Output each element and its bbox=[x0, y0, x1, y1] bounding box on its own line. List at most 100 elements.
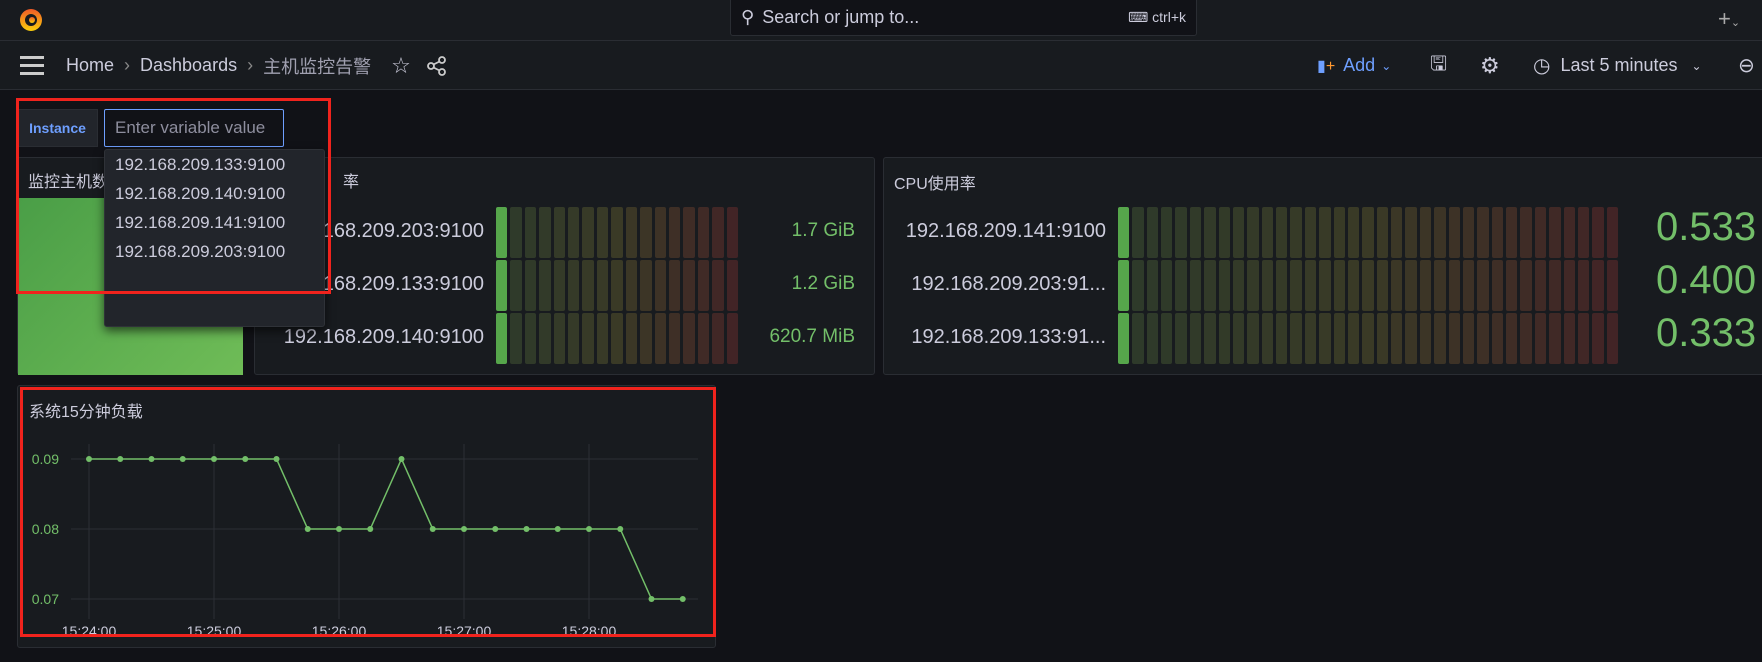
bar-segment bbox=[1261, 313, 1274, 364]
bar-segment bbox=[1204, 313, 1216, 364]
bar-segment bbox=[1534, 313, 1547, 364]
bar-segment bbox=[1232, 207, 1245, 258]
breadcrumb-home[interactable]: Home bbox=[66, 55, 114, 76]
y-tick-label: 0.09 bbox=[32, 451, 59, 467]
bar-segment bbox=[1175, 313, 1187, 364]
x-tick-label: 15:28:00 bbox=[562, 623, 617, 639]
bar-segment bbox=[726, 207, 738, 258]
bar-segment bbox=[1290, 313, 1302, 364]
instance-variable-input[interactable]: Enter variable value bbox=[104, 109, 284, 147]
search-input[interactable]: ⚲ Search or jump to... ⌨ ctrl+k bbox=[730, 0, 1197, 36]
bar-segment bbox=[1146, 313, 1159, 364]
bar-segment bbox=[1232, 260, 1245, 311]
instance-variable-label: Instance bbox=[17, 109, 98, 147]
bar-segment bbox=[668, 207, 681, 258]
bar-segment bbox=[1419, 207, 1432, 258]
bar-segment bbox=[1319, 207, 1331, 258]
bar-segment bbox=[697, 313, 710, 364]
bar-segment bbox=[1462, 313, 1475, 364]
bar-segment bbox=[1175, 260, 1187, 311]
bar-segment bbox=[1347, 207, 1360, 258]
bar-segment bbox=[539, 207, 551, 258]
breadcrumb-dashboards[interactable]: Dashboards bbox=[140, 55, 237, 76]
bar-segment bbox=[1506, 313, 1518, 364]
bar-segment bbox=[1391, 313, 1403, 364]
bar-segment bbox=[524, 313, 537, 364]
bar-segment bbox=[1161, 207, 1173, 258]
new-menu-button[interactable]: +⌄ bbox=[1718, 6, 1740, 32]
chevron-down-icon: ⌄ bbox=[1381, 58, 1392, 73]
bar-segment bbox=[683, 260, 695, 311]
search-icon: ⚲ bbox=[741, 7, 755, 27]
bar-segment bbox=[1520, 207, 1532, 258]
data-point bbox=[117, 456, 124, 462]
bar-segment bbox=[1391, 207, 1403, 258]
bar-segment bbox=[1549, 260, 1561, 311]
bar-segment bbox=[1218, 260, 1230, 311]
cpu-panel: CPU使用率 192.168.209.141:9100 0.533 192.168.… bbox=[883, 157, 1762, 375]
bar-segment bbox=[712, 313, 724, 364]
dropdown-option[interactable]: 192.168.209.141:9100 bbox=[105, 208, 324, 237]
grafana-logo-icon[interactable] bbox=[18, 6, 44, 34]
data-point bbox=[679, 596, 686, 602]
bar-segment bbox=[596, 260, 609, 311]
bar-segment bbox=[1232, 313, 1245, 364]
bar-segment bbox=[1405, 207, 1417, 258]
bar-segment bbox=[1506, 260, 1518, 311]
bar-segment bbox=[1261, 207, 1274, 258]
bar-segment bbox=[1491, 260, 1504, 311]
bar-segment bbox=[1189, 207, 1202, 258]
bar-segment bbox=[582, 207, 594, 258]
zoom-out-icon[interactable]: ⊖ bbox=[1738, 41, 1755, 90]
row-value: 1.7 GiB bbox=[791, 220, 855, 241]
bar-segment bbox=[1376, 313, 1389, 364]
bar-segment bbox=[1448, 207, 1460, 258]
bar-segment bbox=[697, 260, 710, 311]
bar-segment bbox=[596, 313, 609, 364]
row-label: 192.168.209.140:9100 bbox=[283, 326, 484, 348]
y-tick-label: 0.08 bbox=[32, 521, 59, 537]
star-icon[interactable]: ☆ bbox=[391, 53, 411, 79]
bar-segment bbox=[1563, 260, 1575, 311]
bar-segment bbox=[1448, 260, 1460, 311]
bar-segment bbox=[1304, 207, 1317, 258]
keyboard-shortcut: ⌨ ctrl+k bbox=[1128, 9, 1186, 25]
bar-segment bbox=[1276, 207, 1288, 258]
dropdown-option[interactable]: 192.168.209.140:9100 bbox=[105, 179, 324, 208]
bar-segment bbox=[1506, 207, 1518, 258]
bar-segment bbox=[712, 207, 724, 258]
menu-toggle-button[interactable] bbox=[20, 56, 44, 75]
dropdown-option[interactable]: 192.168.209.203:9100 bbox=[105, 237, 324, 266]
bar-segment bbox=[1319, 313, 1331, 364]
bar-segment bbox=[1448, 313, 1460, 364]
bar-segment bbox=[1534, 260, 1547, 311]
breadcrumb: Home › Dashboards › 主机监控告警 ☆ bbox=[66, 41, 447, 90]
bar-segment bbox=[1391, 260, 1403, 311]
bar-segment bbox=[1362, 207, 1374, 258]
bar-segment bbox=[1376, 260, 1389, 311]
data-point bbox=[586, 526, 592, 532]
add-panel-icon: ▮+ bbox=[1317, 57, 1336, 75]
bar-segment bbox=[1290, 207, 1302, 258]
bar-segment bbox=[1434, 207, 1446, 258]
bar-gauge bbox=[496, 207, 741, 258]
keyboard-icon: ⌨ bbox=[1128, 9, 1149, 25]
dropdown-option[interactable]: 192.168.209.133:9100 bbox=[105, 150, 324, 179]
gear-icon[interactable]: ⚙ bbox=[1480, 41, 1500, 90]
share-icon[interactable] bbox=[426, 55, 447, 76]
bar-segment bbox=[1491, 313, 1504, 364]
bar-segment bbox=[1362, 260, 1374, 311]
page-title: 主机监控告警 bbox=[263, 56, 372, 77]
bar-segment bbox=[524, 260, 537, 311]
save-icon[interactable]: 🖫 bbox=[1430, 41, 1447, 90]
bar-segment bbox=[1319, 260, 1331, 311]
row-value: 0.533 bbox=[1656, 205, 1757, 249]
bar-segment bbox=[1189, 313, 1202, 364]
time-range-picker[interactable]: ◷ Last 5 minutes ⌄ bbox=[1533, 41, 1702, 90]
bar-segment bbox=[1462, 207, 1475, 258]
add-button[interactable]: ▮+ Add ⌄ bbox=[1317, 41, 1391, 90]
bar-segment bbox=[1434, 313, 1446, 364]
bar-segment bbox=[1304, 313, 1317, 364]
bar-segment bbox=[654, 260, 666, 311]
bar-segment bbox=[1146, 207, 1159, 258]
